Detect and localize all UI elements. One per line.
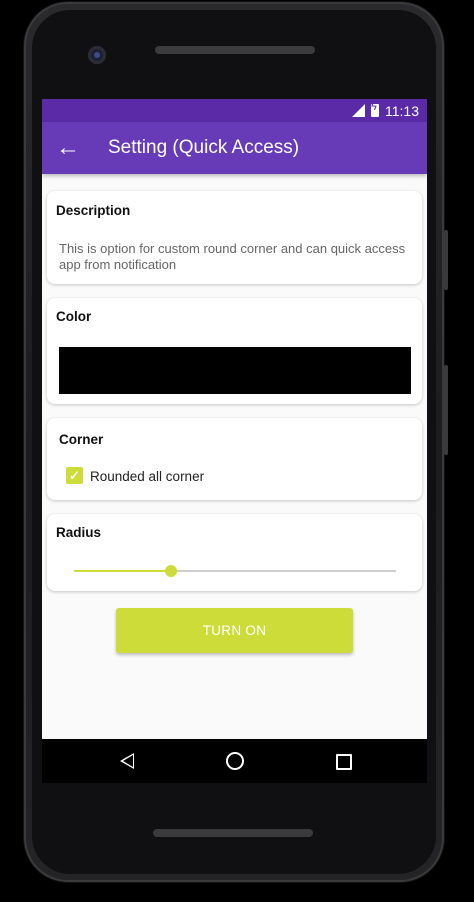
volume-button <box>444 365 448 455</box>
front-camera <box>88 46 106 64</box>
color-heading: Color <box>56 309 92 324</box>
color-card: Color <box>47 298 422 404</box>
power-button <box>444 230 448 290</box>
app-bar: ← Setting (Quick Access) <box>42 122 427 174</box>
radius-slider-thumb[interactable] <box>164 565 177 577</box>
signal-icon <box>352 104 365 117</box>
radius-card: Radius <box>47 514 422 591</box>
radius-slider[interactable] <box>74 565 396 577</box>
description-text: This is option for custom round corner a… <box>59 241 406 272</box>
description-card: Description This is option for custom ro… <box>47 191 422 284</box>
rounded-corner-label[interactable]: Rounded all corner <box>90 469 204 484</box>
app-screen: 11:13 ← Setting (Quick Access) Descripti… <box>42 99 427 739</box>
description-heading: Description <box>56 203 131 218</box>
arrow-back-icon[interactable]: ← <box>42 136 100 160</box>
status-bar: 11:13 <box>42 99 427 122</box>
nav-home-icon[interactable] <box>226 752 244 770</box>
turn-on-button[interactable]: TURN ON <box>116 608 353 653</box>
nav-back-icon[interactable] <box>120 753 134 769</box>
corner-heading: Corner <box>59 432 104 447</box>
bottom-speaker <box>153 829 313 837</box>
navigation-bar <box>42 739 427 783</box>
top-speaker <box>155 46 315 54</box>
battery-charging-icon <box>371 101 379 117</box>
status-time: 11:13 <box>385 102 419 119</box>
page-title: Setting (Quick Access) <box>108 137 300 158</box>
corner-card: Corner ✓ Rounded all corner <box>47 418 422 500</box>
radius-heading: Radius <box>56 525 102 540</box>
rounded-corner-checkbox[interactable]: ✓ <box>66 467 83 484</box>
color-swatch[interactable] <box>59 347 411 394</box>
nav-recents-icon[interactable] <box>336 754 352 770</box>
radius-slider-fill <box>74 570 171 572</box>
